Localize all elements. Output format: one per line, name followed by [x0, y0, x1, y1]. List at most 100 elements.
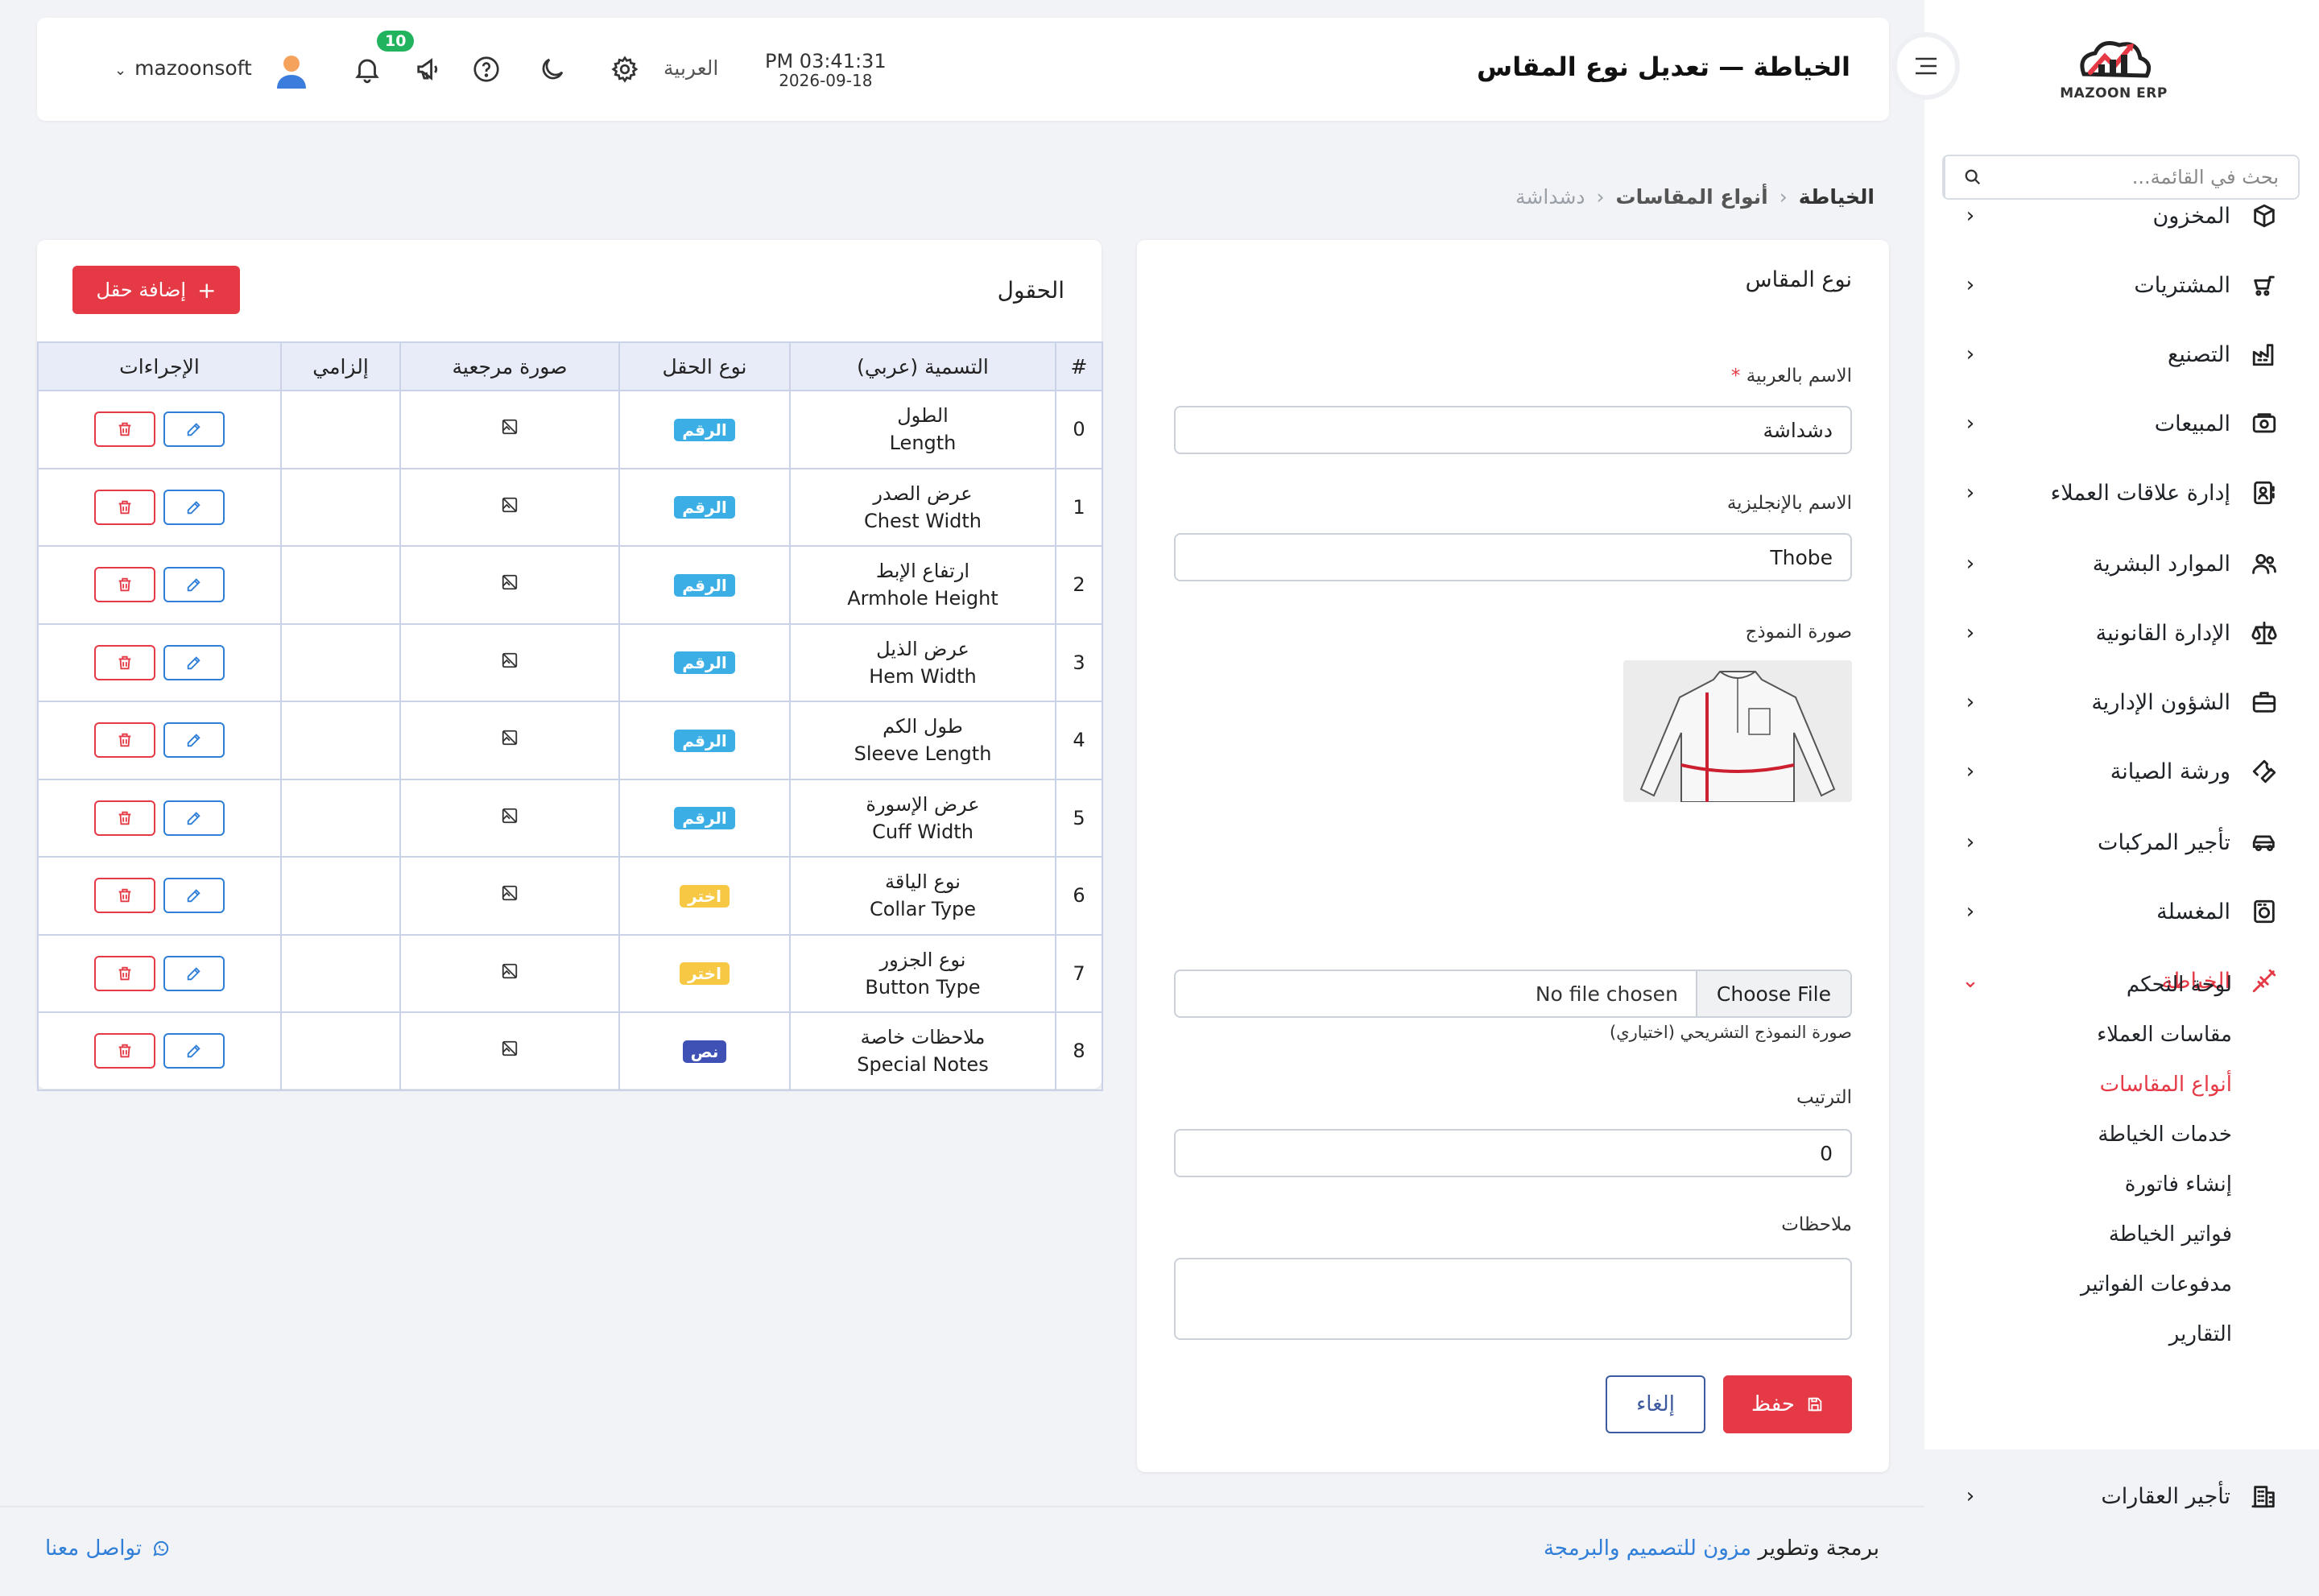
- sidebar-subitem-1[interactable]: مقاسات العملاء: [2097, 1023, 2232, 1047]
- row-index: 1: [1055, 467, 1103, 547]
- row-reference-image: [399, 467, 620, 547]
- no-image-icon: [501, 729, 519, 746]
- edit-icon: [185, 1042, 203, 1060]
- row-reference-image: [399, 545, 620, 625]
- delete-button[interactable]: [94, 1033, 155, 1069]
- building-icon: [2248, 1480, 2280, 1512]
- row-reference-image: [399, 933, 620, 1013]
- label-ar: عرض الإسورة: [866, 792, 980, 816]
- sidebar-subitem-7[interactable]: التقارير: [2169, 1322, 2232, 1346]
- sidebar-item-3[interactable]: المبيعات ‹: [1958, 401, 2280, 446]
- row-required: [280, 390, 401, 469]
- moon-icon[interactable]: [535, 52, 570, 87]
- label-en: Armhole Height: [847, 587, 998, 610]
- bell-icon[interactable]: [349, 52, 385, 87]
- sidebar-item-8[interactable]: ورشة الصيانة ‹: [1958, 749, 2280, 794]
- edit-button[interactable]: [163, 644, 225, 680]
- trash-icon: [116, 1042, 134, 1060]
- delete-button[interactable]: [94, 411, 155, 448]
- edit-button[interactable]: [163, 878, 225, 914]
- label-ar: الطول: [897, 404, 949, 428]
- cancel-button[interactable]: إلغاء: [1606, 1375, 1705, 1433]
- megaphone-icon[interactable]: [412, 52, 448, 87]
- sidebar-item-0[interactable]: المخزون ‹: [1958, 193, 2280, 238]
- sidebar-item-12[interactable]: تأجير العقارات ‹: [1958, 1474, 2280, 1519]
- model-image: [1623, 660, 1852, 802]
- sidebar-item-6[interactable]: الإدارة القانونية ‹: [1958, 610, 2280, 655]
- contact-link[interactable]: تواصل معنا: [45, 1536, 171, 1561]
- sidebar-item-5[interactable]: الموارد البشرية ‹: [1958, 541, 2280, 586]
- gear-icon[interactable]: [607, 52, 643, 87]
- breadcrumb-level1[interactable]: الخياطة: [1799, 185, 1875, 209]
- footer-company-link[interactable]: مزون للتصميم والبرمجة: [1544, 1536, 1751, 1561]
- notes-textarea[interactable]: [1174, 1258, 1852, 1340]
- save-button[interactable]: حفظ: [1723, 1375, 1852, 1433]
- sidebar-subitem-2[interactable]: أنواع المقاسات: [2100, 1073, 2232, 1097]
- edit-icon: [185, 809, 203, 827]
- sidebar-item-10[interactable]: المغسلة ‹: [1958, 889, 2280, 934]
- chevron-left-icon: ‹: [1966, 690, 1975, 714]
- label-ar: عرض الصدر: [873, 482, 973, 505]
- sidebar-subitem-6[interactable]: مدفوعات الفواتير: [2081, 1272, 2232, 1296]
- table-row: 2 ارتفاع الإبط Armhole Height الرقم: [37, 545, 1103, 625]
- sidebar-subitem-0[interactable]: لوحة التحكم: [2127, 973, 2232, 997]
- delete-button[interactable]: [94, 955, 155, 991]
- order-input[interactable]: 0: [1174, 1129, 1852, 1177]
- logo-icon: [2080, 41, 2152, 78]
- trash-icon: [116, 887, 134, 904]
- delete-button[interactable]: [94, 644, 155, 680]
- name-ar-input[interactable]: دشداشة: [1174, 406, 1852, 454]
- username: mazoonsoft: [134, 56, 252, 80]
- sidebar-item-2[interactable]: التصنيع ‹: [1958, 332, 2280, 377]
- field-type-badge: الرقم: [674, 418, 735, 441]
- delete-button[interactable]: [94, 722, 155, 759]
- trash-icon: [116, 498, 134, 516]
- sidebar-item-4[interactable]: إدارة علاقات العملاء ‹: [1958, 470, 2280, 515]
- app-logo[interactable]: MAZOON ERP: [2053, 32, 2174, 101]
- required-mark: *: [1730, 366, 1741, 387]
- edit-button[interactable]: [163, 955, 225, 991]
- model-image-file-input[interactable]: Choose File No file chosen: [1174, 970, 1852, 1018]
- edit-button[interactable]: [163, 722, 225, 759]
- name-en-input[interactable]: Thobe: [1174, 533, 1852, 581]
- user-menu[interactable]: ⌄ mazoonsoft: [114, 56, 252, 80]
- sidebar-item-label: تأجير المركبات: [2098, 829, 2230, 855]
- register-icon: [2248, 407, 2280, 440]
- sidebar-item-11[interactable]: الخياطة ⌄: [1958, 958, 2280, 1003]
- edit-button[interactable]: [163, 800, 225, 836]
- edit-button[interactable]: [163, 489, 225, 525]
- edit-button[interactable]: [163, 411, 225, 448]
- breadcrumb-level2[interactable]: أنواع المقاسات: [1616, 185, 1768, 209]
- delete-button[interactable]: [94, 489, 155, 525]
- field-type-badge: الرقم: [674, 573, 735, 597]
- table-row: 7 نوع الجزور Button Type اختر: [37, 933, 1103, 1013]
- avatar[interactable]: [272, 52, 311, 90]
- edit-button[interactable]: [163, 567, 225, 603]
- needle-icon: [2248, 965, 2280, 997]
- row-required: [280, 467, 401, 547]
- edit-button[interactable]: [163, 1033, 225, 1069]
- choose-file-button[interactable]: Choose File: [1695, 971, 1850, 1016]
- sidebar-item-label: الشؤون الإدارية: [2091, 689, 2230, 715]
- sidebar-item-7[interactable]: الشؤون الإدارية ‹: [1958, 680, 2280, 725]
- trash-icon: [116, 420, 134, 438]
- search-icon[interactable]: [1944, 156, 2000, 198]
- sidebar-subitem-4[interactable]: إنشاء فاتورة: [2125, 1172, 2232, 1197]
- delete-button[interactable]: [94, 800, 155, 836]
- row-type: الرقم: [618, 701, 791, 780]
- delete-button[interactable]: [94, 878, 155, 914]
- sidebar-subitem-5[interactable]: فواتير الخياطة: [2109, 1222, 2232, 1247]
- sidebar-item-1[interactable]: المشتريات ‹: [1958, 263, 2280, 308]
- delete-button[interactable]: [94, 567, 155, 603]
- sidebar-item-label: المبيعات: [2154, 411, 2230, 436]
- language-switch[interactable]: العربية: [663, 56, 718, 80]
- add-field-button[interactable]: + إضافة حقل: [72, 266, 240, 314]
- sidebar-subitem-3[interactable]: خدمات الخياطة: [2098, 1123, 2232, 1147]
- sidebar-item-9[interactable]: تأجير المركبات ‹: [1958, 820, 2280, 865]
- help-icon[interactable]: [469, 52, 504, 87]
- edit-icon: [185, 654, 203, 672]
- no-image-icon: [501, 807, 519, 825]
- contacts-icon: [2248, 477, 2280, 509]
- sidebar-toggle-button[interactable]: [1892, 32, 1960, 100]
- table-row: 4 طول الكم Sleeve Length الرقم: [37, 701, 1103, 780]
